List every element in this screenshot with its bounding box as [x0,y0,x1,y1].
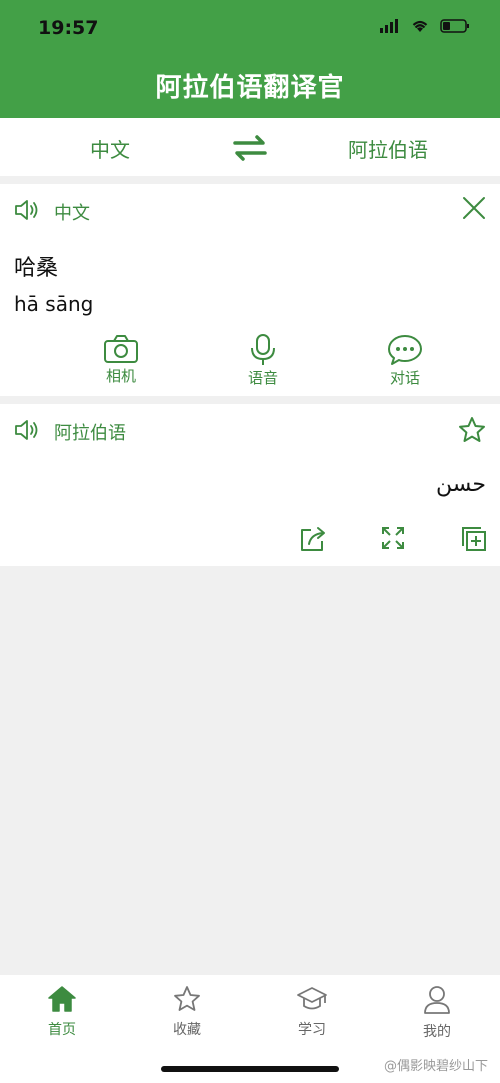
status-icons [380,19,470,33]
favorite-star-icon[interactable] [458,416,486,444]
source-text[interactable]: 哈桑 [14,250,58,282]
tab-favorites[interactable]: 收藏 [147,985,227,1039]
translation-text[interactable]: حسن [436,472,486,497]
battery-icon [440,19,469,33]
camera-label: 相机 [105,367,136,385]
pinyin-text: hā sāng [14,292,94,316]
tab-home-label: 首页 [48,1022,76,1038]
language-bar: 中文 阿拉伯语 [0,118,500,176]
source-language-button[interactable]: 中文 [90,134,130,163]
voice-label: 语音 [247,369,278,387]
app-header: 阿拉伯语翻译官 [0,58,500,118]
camera-button[interactable]: 相机 [81,334,161,386]
star-icon [174,986,200,1011]
user-icon [424,986,450,1014]
status-time: 19:57 [38,17,99,39]
speaker-icon[interactable] [14,418,40,442]
tab-favorites-label: 收藏 [173,1022,201,1038]
wifi-icon [412,20,428,32]
tab-profile[interactable]: 我的 [397,985,477,1041]
camera-icon [104,335,138,363]
source-language-label: 中文 [54,203,90,224]
tab-study-label: 学习 [298,1022,326,1038]
target-language-button[interactable]: 阿拉伯语 [348,134,428,163]
dialogue-label: 对话 [389,369,420,387]
close-icon[interactable] [462,196,486,220]
status-bar: 19:57 [0,0,500,58]
share-icon[interactable] [299,526,327,552]
chat-icon [388,335,422,365]
result-card: 阿拉伯语 حسن [0,404,500,566]
tab-home[interactable]: 首页 [22,985,102,1039]
voice-button[interactable]: 语音 [223,334,303,388]
signal-icon [380,19,398,33]
target-language-label: 阿拉伯语 [54,423,126,444]
dialogue-button[interactable]: 对话 [365,334,445,388]
graduation-cap-icon [297,987,327,1010]
page-title: 阿拉伯语翻译官 [155,73,345,103]
source-card: 中文 哈桑 hā sāng 相机 语音 对话 [0,184,500,396]
microphone-icon [251,334,275,365]
home-icon [48,986,76,1012]
tab-study[interactable]: 学习 [272,985,352,1039]
speaker-icon[interactable] [14,198,40,222]
watermark: @偶影映碧纱山下 [383,1059,488,1074]
home-indicator [161,1066,339,1072]
tab-profile-label: 我的 [423,1024,451,1040]
copy-icon[interactable] [461,526,487,552]
expand-icon[interactable] [381,526,405,550]
swap-icon[interactable] [232,134,268,162]
